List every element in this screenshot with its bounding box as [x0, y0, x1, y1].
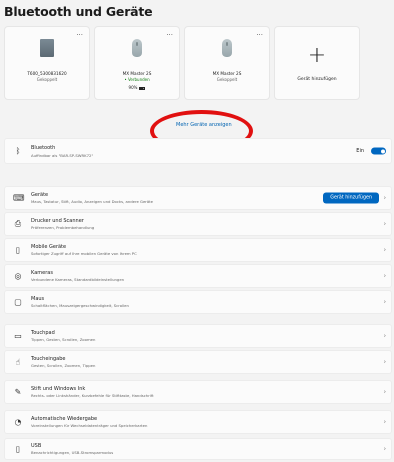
- bluetooth-row[interactable]: ᛒ Bluetooth Auffindbar als "BAR-SP-SWRK7…: [4, 138, 392, 164]
- chevron-right-icon: ›: [383, 445, 386, 453]
- add-device-button[interactable]: Gerät hinzufügen: [323, 192, 379, 204]
- settings-row-devices[interactable]: ⌨ Geräte Maus, Tastatur, Stift, Audio, A…: [4, 186, 392, 210]
- autoplay-icon: ◔: [14, 417, 22, 427]
- row-subtitle: Voreinstellungen für Wechseldatenträger …: [31, 423, 148, 428]
- chevron-right-icon: ›: [383, 358, 386, 366]
- row-title: Toucheingabe: [31, 356, 66, 362]
- chevron-right-icon: ›: [383, 332, 386, 340]
- device-cards: ... T600_5300831620 Gekoppelt ... MX Mas…: [4, 26, 360, 100]
- chevron-right-icon: ›: [383, 418, 386, 426]
- row-title: Stift und Windows Ink: [31, 386, 86, 392]
- plus-icon: +: [307, 43, 327, 68]
- row-title: Bluetooth: [31, 145, 56, 151]
- row-title: Geräte: [31, 192, 49, 198]
- device-name: T600_5300831620: [27, 71, 67, 76]
- device-status: Gekoppelt: [36, 77, 58, 82]
- add-device-card[interactable]: + Gerät hinzufügen: [274, 26, 360, 100]
- laptop-icon: [40, 39, 54, 57]
- device-card-mx-master-paired[interactable]: ... MX Master 2S Gekoppelt: [184, 26, 270, 100]
- mouse-icon: [132, 39, 142, 57]
- settings-row-mobile[interactable]: ▯ Mobile Geräte Sofortiger Zugriff auf I…: [4, 238, 392, 262]
- settings-row-mouse[interactable]: ▢ Maus Schaltflächen, Mauszeigergeschwin…: [4, 290, 392, 314]
- settings-row-autoplay[interactable]: ◔ Automatische Wiedergabe Voreinstellung…: [4, 410, 392, 434]
- settings-row-usb[interactable]: ▯ USB Benachrichtigungen, USB-Stromsparm…: [4, 438, 392, 460]
- row-title: Kameras: [31, 270, 53, 276]
- row-title: USB: [31, 443, 42, 449]
- bluetooth-toggle[interactable]: [371, 147, 386, 155]
- device-card-mx-master-connected[interactable]: ... MX Master 2S • Verbunden 90%: [94, 26, 180, 100]
- device-name: MX Master 2S: [122, 71, 152, 76]
- camera-icon: ◎: [14, 271, 22, 281]
- row-subtitle: Schaltflächen, Mauszeigergeschwindigkeit…: [31, 303, 129, 308]
- chevron-right-icon: ›: [383, 298, 386, 306]
- add-device-label: Gerät hinzufügen: [297, 77, 337, 82]
- touchpad-icon: ▭: [14, 331, 22, 341]
- battery-text: 90%: [128, 85, 138, 90]
- settings-row-printers[interactable]: ⎙ Drucker und Scanner Präferenzen, Probl…: [4, 212, 392, 236]
- row-subtitle: Rechts- oder Linkshänder, Kurzbefehle fü…: [31, 393, 154, 398]
- keyboard-icon: ⌨: [13, 193, 25, 203]
- device-card-t600[interactable]: ... T600_5300831620 Gekoppelt: [4, 26, 90, 100]
- chevron-right-icon: ›: [383, 388, 386, 396]
- row-subtitle: Tippen, Gesten, Scrollen, Zoomen: [31, 337, 96, 342]
- device-status-text: Verbunden: [127, 77, 150, 82]
- battery-level: 90%: [95, 85, 179, 90]
- phone-icon: ▯: [15, 245, 21, 255]
- more-options-icon[interactable]: ...: [256, 29, 263, 37]
- printer-icon: ⎙: [14, 219, 22, 228]
- chevron-right-icon: ›: [383, 220, 386, 228]
- row-title: Maus: [31, 296, 45, 302]
- settings-row-touch[interactable]: ☝ Toucheingabe Gesten, Scrollen, Zoomen,…: [4, 350, 392, 374]
- row-title: Mobile Geräte: [31, 244, 67, 250]
- row-subtitle: Gesten, Scrollen, Zoomen, Tippen: [31, 363, 96, 368]
- device-name: MX Master 2S: [212, 71, 242, 76]
- row-title: Drucker und Scanner: [31, 218, 84, 224]
- row-subtitle: Auffindbar als "BAR-SP-SWRK72": [31, 153, 94, 158]
- touch-icon: ☝: [15, 357, 21, 367]
- device-status: Gekoppelt: [216, 77, 238, 82]
- row-title: Touchpad: [31, 330, 55, 336]
- chevron-right-icon: ›: [383, 272, 386, 280]
- usb-icon: ▯: [15, 444, 21, 454]
- chevron-right-icon: ›: [383, 194, 386, 202]
- more-options-icon[interactable]: ...: [166, 29, 173, 37]
- pen-icon: ✎: [14, 387, 22, 397]
- bluetooth-state: Ein: [356, 148, 364, 154]
- bluetooth-icon: ᛒ: [15, 146, 21, 156]
- row-subtitle: Benachrichtigungen, USB-Stromsparmodus: [31, 450, 114, 455]
- row-subtitle: Maus, Tastatur, Stift, Audio, Anzeigen u…: [31, 199, 154, 204]
- settings-row-touchpad[interactable]: ▭ Touchpad Tippen, Gesten, Scrollen, Zoo…: [4, 324, 392, 348]
- row-title: Automatische Wiedergabe: [31, 416, 98, 422]
- more-options-icon[interactable]: ...: [76, 29, 83, 37]
- battery-icon: [139, 86, 146, 90]
- chevron-right-icon: ›: [383, 246, 386, 254]
- row-subtitle: Präferenzen, Problembehandlung: [31, 225, 95, 230]
- settings-row-pen[interactable]: ✎ Stift und Windows Ink Rechts- oder Lin…: [4, 380, 392, 404]
- settings-row-cameras[interactable]: ◎ Kameras Verbundene Kameras, Standardbi…: [4, 264, 392, 288]
- row-subtitle: Sofortiger Zugriff auf Ihre mobilen Gerä…: [31, 251, 137, 256]
- mouse-icon: ▢: [14, 297, 22, 307]
- device-status: • Verbunden: [124, 77, 150, 82]
- row-subtitle: Verbundene Kameras, Standardbildeinstell…: [31, 277, 125, 282]
- mouse-icon: [222, 39, 232, 57]
- page-title: Bluetooth und Geräte: [4, 4, 153, 19]
